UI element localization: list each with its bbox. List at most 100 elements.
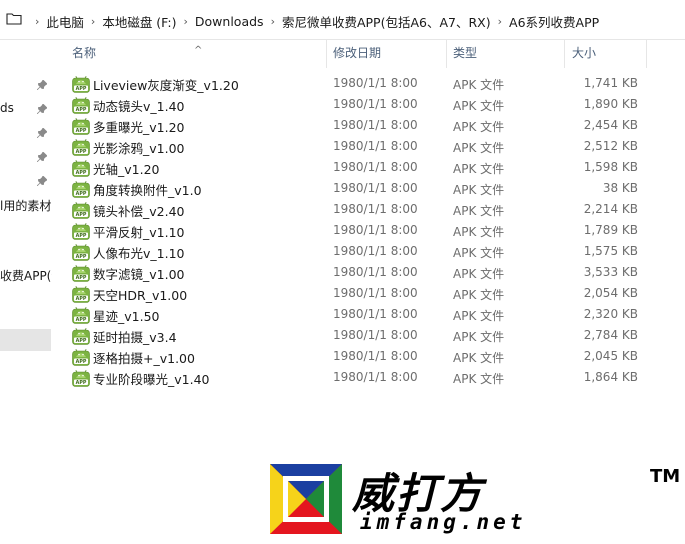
file-row[interactable]: APP 光影涂鸦_v1.00 1980/1/1 8:00 APK 文件 2,512 KB — [0, 136, 685, 157]
file-name[interactable]: 人像布光v_1.10 — [93, 243, 184, 262]
file-row[interactable]: APP 光轴_v1.20 1980/1/1 8:00 APK 文件 1,598 KB — [0, 157, 685, 178]
file-name[interactable]: 光轴_v1.20 — [93, 159, 159, 178]
file-row[interactable]: APP 人像布光v_1.10 1980/1/1 8:00 APK 文件 1,575 KB — [0, 241, 685, 262]
apk-icon-label: APP — [76, 317, 87, 323]
column-header-name[interactable]: 名称 ^ — [72, 40, 326, 70]
file-type: APK 文件 — [453, 246, 505, 260]
file-name[interactable]: 数字滤镜_v1.00 — [93, 264, 184, 283]
file-size: 2,045 KB — [583, 349, 638, 363]
file-size: 1,789 KB — [583, 223, 638, 237]
file-row[interactable]: APP 逐格拍摄+_v1.00 1980/1/1 8:00 APK 文件 2,045 K… — [0, 346, 685, 367]
file-name[interactable]: 平滑反射_v1.10 — [93, 222, 184, 241]
file-size: 1,890 KB — [583, 97, 638, 111]
breadcrumb-separator[interactable]: › — [184, 15, 188, 28]
column-divider[interactable] — [446, 40, 447, 68]
file-type: APK 文件 — [453, 99, 505, 113]
file-size: 2,512 KB — [583, 139, 638, 153]
column-header-date-label: 修改日期 — [333, 46, 382, 60]
file-row[interactable]: APP Liveview灰度渐变_v1.20 1980/1/1 8:00 APK 文件… — [0, 73, 685, 94]
file-type: APK 文件 — [453, 204, 505, 218]
column-header-name-label: 名称 — [72, 46, 97, 60]
apk-android-icon: APP — [72, 348, 90, 366]
apk-icon-label: APP — [76, 233, 87, 239]
apk-android-icon: APP — [72, 117, 90, 135]
column-header-date[interactable]: 修改日期 — [333, 40, 445, 70]
file-name[interactable]: 专业阶段曝光_v1.40 — [93, 369, 209, 388]
file-date: 1980/1/1 8:00 — [333, 160, 418, 174]
file-size: 2,320 KB — [583, 307, 638, 321]
file-date: 1980/1/1 8:00 — [333, 244, 418, 258]
file-name[interactable]: 逐格拍摄+_v1.00 — [93, 348, 195, 367]
apk-android-icon: APP — [72, 138, 90, 156]
file-row[interactable]: APP 天空HDR_v1.00 1980/1/1 8:00 APK 文件 2,054 K… — [0, 283, 685, 304]
sort-ascending-icon: ^ — [194, 45, 203, 56]
column-header-type[interactable]: 类型 — [453, 40, 561, 70]
file-date: 1980/1/1 8:00 — [333, 181, 418, 195]
file-row[interactable]: APP 专业阶段曝光_v1.40 1980/1/1 8:00 APK 文件 1,864 … — [0, 367, 685, 388]
file-name[interactable]: 星迹_v1.50 — [93, 306, 159, 325]
file-type: APK 文件 — [453, 78, 505, 92]
file-size: 1,741 KB — [583, 76, 638, 90]
watermark-url: imfang.net — [360, 510, 527, 534]
apk-icon-label: APP — [76, 191, 87, 197]
file-row[interactable]: APP 镜头补偿_v2.40 1980/1/1 8:00 APK 文件 2,214 KB — [0, 199, 685, 220]
file-row[interactable]: APP 星迹_v1.50 1980/1/1 8:00 APK 文件 2,320 KB — [0, 304, 685, 325]
apk-icon-label: APP — [76, 296, 87, 302]
file-size: 3,533 KB — [583, 265, 638, 279]
apk-android-icon: APP — [72, 201, 90, 219]
file-row[interactable]: APP 平滑反射_v1.10 1980/1/1 8:00 APK 文件 1,789 KB — [0, 220, 685, 241]
file-type: APK 文件 — [453, 372, 505, 386]
breadcrumb-separator[interactable]: › — [498, 15, 502, 28]
file-type: APK 文件 — [453, 141, 505, 155]
file-name[interactable]: 角度转换附件_v1.0 — [93, 180, 202, 199]
file-date: 1980/1/1 8:00 — [333, 328, 418, 342]
file-name[interactable]: 光影涂鸦_v1.00 — [93, 138, 184, 157]
file-name[interactable]: 多重曝光_v1.20 — [93, 117, 184, 136]
breadcrumb-this-pc[interactable]: 此电脑 — [46, 12, 84, 31]
file-row[interactable]: APP 角度转换附件_v1.0 1980/1/1 8:00 APK 文件 38 KB — [0, 178, 685, 199]
apk-icon-label: APP — [76, 128, 87, 134]
file-name[interactable]: 镜头补偿_v2.40 — [93, 201, 184, 220]
file-name[interactable]: Liveview灰度渐变_v1.20 — [93, 75, 239, 94]
file-size: 2,214 KB — [583, 202, 638, 216]
column-divider[interactable] — [326, 40, 327, 68]
apk-icon-label: APP — [76, 107, 87, 113]
file-name[interactable]: 动态镜头v_1.40 — [93, 96, 184, 115]
breadcrumb-parent-folder[interactable]: 索尼微单收费APP(包括A6、A7、RX) — [282, 12, 491, 31]
file-name[interactable]: 天空HDR_v1.00 — [93, 285, 187, 304]
file-date: 1980/1/1 8:00 — [333, 307, 418, 321]
column-header-size-label: 大小 — [572, 46, 597, 60]
file-type: APK 文件 — [453, 309, 505, 323]
file-row[interactable]: APP 多重曝光_v1.20 1980/1/1 8:00 APK 文件 2,454 KB — [0, 115, 685, 136]
file-name[interactable]: 延时拍摄_v3.4 — [93, 327, 177, 346]
file-date: 1980/1/1 8:00 — [333, 286, 418, 300]
file-row[interactable]: APP 延时拍摄_v3.4 1980/1/1 8:00 APK 文件 2,784 KB — [0, 325, 685, 346]
file-type: APK 文件 — [453, 288, 505, 302]
breadcrumb-separator[interactable]: › — [271, 15, 275, 28]
apk-android-icon: APP — [72, 96, 90, 114]
file-row[interactable]: APP 数字滤镜_v1.00 1980/1/1 8:00 APK 文件 3,533 KB — [0, 262, 685, 283]
breadcrumb-separator[interactable]: › — [91, 15, 95, 28]
breadcrumb-downloads[interactable]: Downloads — [195, 14, 264, 29]
file-date: 1980/1/1 8:00 — [333, 370, 418, 384]
file-size: 1,575 KB — [583, 244, 638, 258]
breadcrumb-separator[interactable]: › — [35, 15, 39, 28]
apk-icon-label: APP — [76, 338, 87, 344]
address-bar[interactable]: › 此电脑 › 本地磁盘 (F:) › Downloads › 索尼微单收费AP… — [0, 0, 685, 40]
file-date: 1980/1/1 8:00 — [333, 97, 418, 111]
column-header-size[interactable]: 大小 — [572, 40, 646, 70]
file-date: 1980/1/1 8:00 — [333, 223, 418, 237]
file-size: 1,598 KB — [583, 160, 638, 174]
file-date: 1980/1/1 8:00 — [333, 202, 418, 216]
apk-icon-label: APP — [76, 380, 87, 386]
watermark: 威打方 TM imfang.net — [270, 464, 680, 540]
breadcrumb-current-folder[interactable]: A6系列收费APP — [509, 12, 599, 31]
apk-icon-label: APP — [76, 149, 87, 155]
column-divider[interactable] — [646, 40, 647, 68]
breadcrumb-drive[interactable]: 本地磁盘 (F:) — [102, 12, 176, 31]
apk-android-icon: APP — [72, 264, 90, 282]
apk-icon-label: APP — [76, 212, 87, 218]
file-row[interactable]: APP 动态镜头v_1.40 1980/1/1 8:00 APK 文件 1,890 KB — [0, 94, 685, 115]
column-divider[interactable] — [564, 40, 565, 68]
apk-icon-label: APP — [76, 359, 87, 365]
